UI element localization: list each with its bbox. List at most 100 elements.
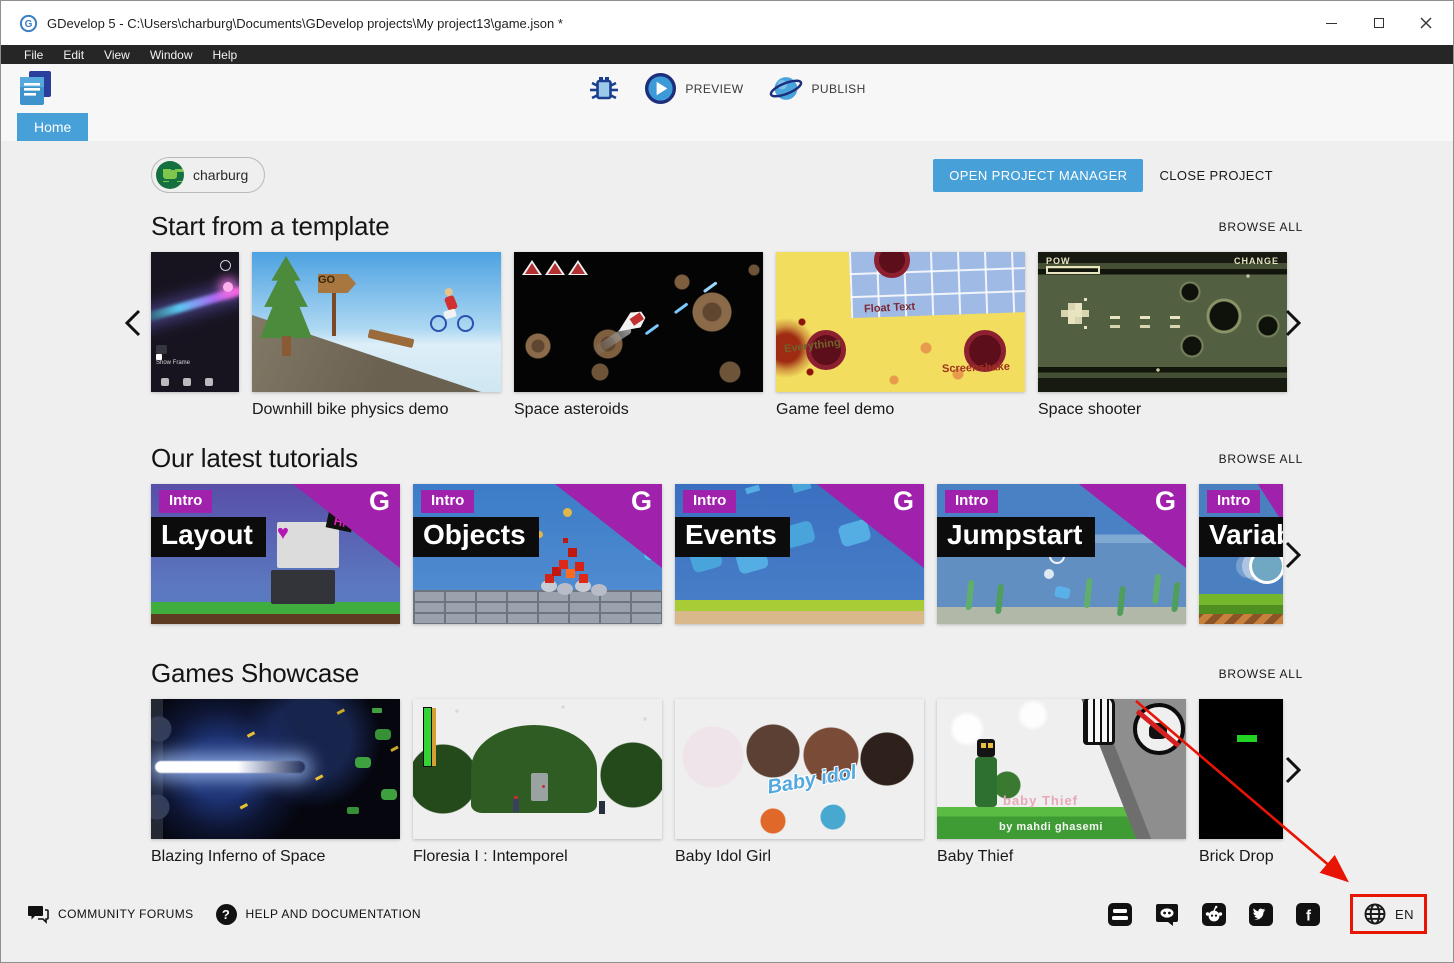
- menu-file[interactable]: File: [14, 45, 53, 64]
- close-project-button[interactable]: CLOSE PROJECT: [1159, 168, 1273, 183]
- menu-help[interactable]: Help: [203, 45, 248, 64]
- tutorial-title: Variables: [1199, 517, 1283, 557]
- preview-button[interactable]: PREVIEW: [644, 72, 743, 105]
- youtube-icon[interactable]: [1108, 903, 1132, 926]
- fish-art: [1054, 586, 1071, 600]
- template-card-downhill-bike[interactable]: GO Downhill bike physics demo: [252, 252, 501, 419]
- window-title: GDevelop 5 - C:\Users\charburg\Documents…: [47, 16, 1308, 31]
- gdevelop-logo-icon: G: [893, 486, 914, 517]
- game-caption: Baby Thief: [937, 848, 1186, 866]
- template-card-particle-demo[interactable]: Show Frame: [151, 252, 239, 419]
- discord-icon[interactable]: [1155, 903, 1179, 926]
- minimize-button[interactable]: [1308, 1, 1355, 45]
- ground-art: [675, 600, 924, 624]
- showcase-card-baby-thief[interactable]: baby Thief by mahdi ghasemi Baby Thief: [937, 699, 1186, 866]
- chevron-right-icon[interactable]: [1280, 755, 1306, 785]
- twitter-icon[interactable]: [1249, 903, 1273, 926]
- window-mockup-art: [277, 522, 339, 568]
- section-title: Start from a template: [151, 211, 390, 242]
- section-title: Our latest tutorials: [151, 443, 358, 474]
- close-button[interactable]: [1402, 1, 1449, 45]
- game-overlay-title: baby Thief: [1003, 793, 1078, 808]
- chevron-right-icon[interactable]: [1280, 540, 1306, 570]
- section-tutorials: Our latest tutorials BROWSE ALL Hi G Int…: [151, 443, 1303, 624]
- laser-beam-art: [155, 761, 305, 773]
- intro-badge: Intro: [945, 490, 998, 513]
- user-avatar: [156, 161, 184, 189]
- section-title: Games Showcase: [151, 658, 359, 689]
- tutorial-card-jumpstart[interactable]: G Intro Jumpstart: [937, 484, 1186, 624]
- tutorial-card-events[interactable]: G Intro Events: [675, 484, 924, 624]
- maximize-button[interactable]: [1355, 1, 1402, 45]
- intro-badge: Intro: [159, 490, 212, 513]
- tutorial-thumbnail: +1 Intro Variables: [1199, 484, 1283, 624]
- maximize-icon: [1374, 18, 1384, 28]
- ramp-art: [368, 329, 415, 348]
- power-bar-art: [1046, 266, 1100, 274]
- template-card-space-asteroids[interactable]: Space asteroids: [514, 252, 763, 419]
- gdevelop-logo-icon: G: [19, 14, 38, 33]
- tutorial-card-variables[interactable]: +1 Intro Variables: [1199, 484, 1283, 624]
- tutorial-thumbnail: G Intro Events: [675, 484, 924, 624]
- ground-art: [1199, 594, 1283, 614]
- tree-art: [260, 256, 312, 338]
- help-documentation-link[interactable]: ? HELP AND DOCUMENTATION: [216, 904, 422, 925]
- section-games-showcase: Games Showcase BROWSE ALL Blazing Infern…: [151, 658, 1303, 866]
- chat-icon: [27, 904, 49, 924]
- life-icon: [545, 260, 565, 275]
- debugger-button[interactable]: [588, 73, 620, 105]
- browse-all-tutorials[interactable]: BROWSE ALL: [1219, 452, 1303, 466]
- browse-all-templates[interactable]: BROWSE ALL: [1219, 220, 1303, 234]
- reddit-icon[interactable]: [1202, 903, 1226, 926]
- enemies-art: [355, 757, 371, 768]
- tree-trunk-art: [282, 336, 291, 356]
- stones-art: [541, 580, 557, 592]
- tutorial-card-objects[interactable]: G Intro Objects: [413, 484, 662, 624]
- tab-home[interactable]: Home: [17, 113, 88, 141]
- pixel-ship-art: [1068, 310, 1075, 317]
- gdevelop-logo-icon: G: [369, 486, 390, 517]
- tutorial-card-layout[interactable]: Hi G Intro Layout: [151, 484, 400, 624]
- comet-art: [151, 286, 239, 328]
- app-window: G GDevelop 5 - C:\Users\charburg\Documen…: [0, 0, 1454, 963]
- open-project-manager-button[interactable]: OPEN PROJECT MANAGER: [933, 159, 1143, 192]
- character-head-art: [977, 739, 995, 757]
- showcase-card-floresia[interactable]: Floresia I : Intemporel: [413, 699, 662, 866]
- section-templates: Start from a template BROWSE ALL Show Fr…: [151, 211, 1303, 419]
- character-body-art: [975, 757, 997, 807]
- template-caption: Space shooter: [1038, 401, 1287, 419]
- shots-art: [247, 731, 255, 737]
- tutorial-title: Jumpstart: [937, 517, 1095, 557]
- user-profile-chip[interactable]: charburg: [151, 157, 265, 193]
- template-caption: Downhill bike physics demo: [252, 401, 501, 419]
- game-thumbnail: [413, 699, 662, 839]
- community-forums-link[interactable]: COMMUNITY FORUMS: [27, 904, 194, 924]
- menu-edit[interactable]: Edit: [53, 45, 94, 64]
- game-thumbnail: [1199, 699, 1283, 839]
- play-icon: [644, 72, 677, 105]
- baby-idol-wordart: Baby idol: [766, 761, 859, 799]
- browse-all-showcase[interactable]: BROWSE ALL: [1219, 667, 1303, 681]
- tab-bar: Home: [1, 113, 1453, 141]
- showcase-card-baby-idol[interactable]: Baby idol Baby Idol Girl: [675, 699, 924, 866]
- showcase-card-blazing-inferno[interactable]: Blazing Inferno of Space: [151, 699, 400, 866]
- chevron-left-icon[interactable]: [120, 308, 146, 338]
- bullets-art: [1110, 316, 1120, 319]
- template-card-game-feel[interactable]: Float Text Everything Screenshake Game f…: [776, 252, 1025, 419]
- change-label: CHANGE: [1234, 256, 1279, 266]
- template-thumbnail: [514, 252, 763, 392]
- minimize-icon: [1326, 23, 1337, 24]
- menu-window[interactable]: Window: [140, 45, 203, 64]
- toolbar: PREVIEW PUBLISH: [1, 64, 1453, 113]
- template-card-space-shooter[interactable]: POW CHANGE Space shooter: [1038, 252, 1287, 419]
- menu-view[interactable]: View: [94, 45, 140, 64]
- language-selector[interactable]: EN: [1363, 902, 1414, 926]
- zigzag-art: [1199, 614, 1283, 624]
- publish-button[interactable]: PUBLISH: [768, 72, 866, 105]
- game-caption: Baby Idol Girl: [675, 848, 924, 866]
- chevron-right-icon[interactable]: [1280, 308, 1306, 338]
- globe-icon: [1363, 902, 1387, 926]
- tutorial-thumbnail: G Intro Jumpstart: [937, 484, 1186, 624]
- showcase-card-brick-drop[interactable]: Brick Drop: [1199, 699, 1283, 866]
- facebook-icon[interactable]: f: [1296, 903, 1320, 926]
